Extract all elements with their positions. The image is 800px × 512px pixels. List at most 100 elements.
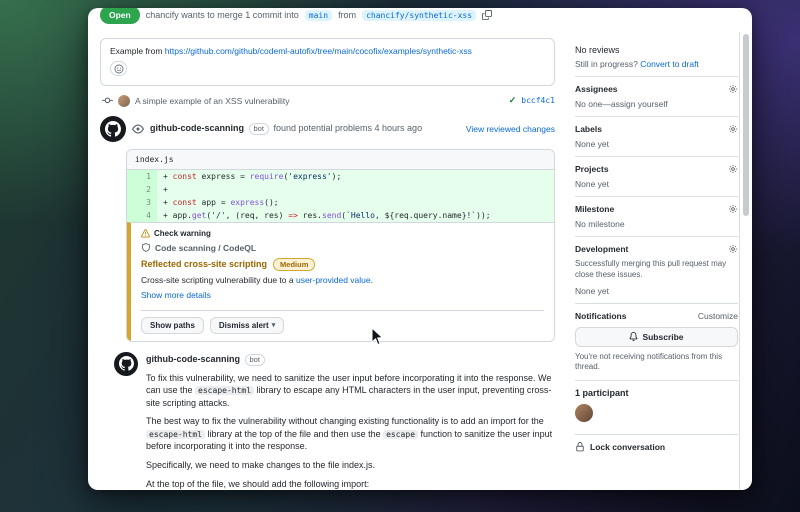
- commit-event: A simple example of an XSS vulnerability…: [102, 94, 555, 107]
- dismiss-alert-label: Dismiss alert: [218, 320, 269, 330]
- development-note: Successfully merging this pull request m…: [575, 259, 727, 279]
- code-text: + const app = express();: [157, 195, 554, 209]
- user-provided-value-link[interactable]: user-provided value: [296, 275, 371, 285]
- scanning-tool-label: Code scanning / CodeQL: [155, 242, 257, 253]
- milestone-gear-icon[interactable]: [728, 204, 738, 214]
- scanning-tool-row: Code scanning / CodeQL: [141, 242, 544, 253]
- code-line: 2 +: [127, 182, 554, 196]
- bot-avatar[interactable]: [100, 115, 126, 142]
- labels-empty-text: None yet: [575, 139, 610, 149]
- comment-paragraph: The best way to fix the vulnerability wi…: [146, 416, 553, 452]
- alert-desc-prefix: Cross-site scripting vulnerability due t…: [141, 274, 296, 285]
- labels-gear-icon[interactable]: [728, 124, 738, 134]
- alert-description: Cross-site scripting vulnerability due t…: [141, 275, 544, 285]
- pr-header-row: Open chancify wants to merge 1 commit in…: [100, 8, 728, 32]
- comment-author-link[interactable]: github-code-scanning: [146, 354, 240, 364]
- projects-title: Projects: [575, 164, 609, 174]
- from-text: from: [338, 10, 357, 20]
- line-number[interactable]: 2: [127, 182, 157, 196]
- assignees-title: Assignees: [575, 84, 618, 94]
- participant-avatar[interactable]: [575, 404, 593, 423]
- line-number[interactable]: 3: [127, 195, 157, 209]
- description-text: Example from https://github.com/github/c…: [110, 46, 545, 56]
- code-line: 3 + const app = express();: [127, 195, 554, 209]
- development-gear-icon[interactable]: [728, 244, 738, 254]
- still-in-progress-text: Still in progress?: [575, 59, 641, 69]
- bot-author-link[interactable]: github-code-scanning: [150, 123, 244, 133]
- notifications-title: Notifications: [575, 310, 627, 321]
- convert-to-draft-link[interactable]: Convert to draft: [640, 59, 699, 69]
- bot-comment-body: To fix this vulnerability, we need to sa…: [146, 372, 555, 491]
- development-empty-text: None yet: [575, 285, 610, 296]
- line-number[interactable]: 1: [127, 169, 157, 183]
- comment-paragraph: To fix this vulnerability, we need to sa…: [146, 372, 552, 408]
- copy-branch-icon[interactable]: [482, 10, 492, 20]
- scroll-divider: [739, 32, 740, 490]
- mouse-cursor: [371, 327, 384, 346]
- code-line: 4 + app.get('/', (req, res) => res.send(`…: [127, 208, 554, 222]
- bot-comment-avatar[interactable]: [114, 351, 138, 376]
- scrollbar-thumb[interactable]: [743, 34, 749, 216]
- commit-icon: [102, 95, 113, 106]
- check-warning-header: Check warning: [141, 229, 544, 238]
- lock-conversation-button[interactable]: Lock conversation: [575, 435, 738, 459]
- sidebar-projects-section: Projects None yet: [575, 157, 738, 197]
- commit-sha-link[interactable]: bccf4c1: [521, 96, 555, 105]
- projects-gear-icon[interactable]: [728, 164, 738, 174]
- check-warning-label: Check warning: [154, 228, 211, 238]
- commit-message-link[interactable]: A simple example of an XSS vulnerability: [135, 96, 290, 106]
- subscribe-button[interactable]: Subscribe: [575, 326, 738, 347]
- notifications-note: You're not receiving notifications from …: [575, 351, 723, 372]
- bot-comment-header: github-code-scanning bot: [146, 353, 555, 366]
- diff-file-header[interactable]: index.js: [127, 149, 554, 170]
- alert-title-row: Reflected cross-site scripting Medium: [141, 257, 544, 271]
- pr-sidebar: No reviews Still in progress? Convert to…: [565, 32, 752, 490]
- view-reviewed-changes-link[interactable]: View reviewed changes: [466, 124, 555, 134]
- milestone-empty-text: No milestone: [575, 219, 625, 229]
- file-name: index.js: [135, 154, 174, 164]
- comment-bot-badge: bot: [244, 353, 265, 366]
- shield-icon: [141, 243, 151, 253]
- bot-comment: github-code-scanning bot To fix this vul…: [114, 351, 555, 491]
- review-event-header: github-code-scanning bot found potential…: [100, 115, 555, 142]
- warning-triangle-icon: [141, 229, 150, 238]
- comment-paragraph: Specifically, we need to make changes to…: [146, 460, 375, 471]
- show-paths-label: Show paths: [150, 320, 195, 330]
- commit-author-avatar[interactable]: [118, 94, 130, 107]
- dismiss-alert-button[interactable]: Dismiss alert ▾: [209, 316, 285, 334]
- customize-link[interactable]: Customize: [698, 311, 738, 321]
- code-text: +: [157, 182, 554, 196]
- sidebar-participants-section: 1 participant: [575, 381, 738, 436]
- github-pr-window: Open chancify wants to merge 1 commit in…: [88, 8, 752, 490]
- line-number[interactable]: 4: [127, 208, 157, 222]
- sidebar-assignees-section: Assignees No one—assign yourself: [575, 77, 738, 117]
- no-reviews-label: No reviews: [575, 45, 620, 55]
- alert-actions-row: Show paths Dismiss alert ▾: [141, 309, 544, 334]
- alert-title: Reflected cross-site scripting: [141, 259, 268, 269]
- description-prefix: Example from: [110, 46, 165, 56]
- sidebar-milestone-section: Milestone No milestone: [575, 197, 738, 237]
- show-paths-button[interactable]: Show paths: [141, 316, 204, 334]
- assignees-gear-icon[interactable]: [728, 84, 738, 94]
- eye-review-icon: [132, 122, 144, 135]
- labels-title: Labels: [575, 124, 602, 134]
- head-branch-label[interactable]: chancify/synthetic-xss: [362, 9, 477, 21]
- bell-icon: [629, 332, 638, 341]
- code-text: + const express = require('express');: [157, 169, 554, 183]
- checks-passed-icon[interactable]: ✓: [509, 95, 517, 106]
- add-reaction-button[interactable]: [110, 61, 127, 76]
- assignees-empty-text[interactable]: No one—assign yourself: [575, 99, 738, 109]
- sidebar-notifications-section: Notifications Customize Subscribe You're …: [575, 304, 738, 382]
- show-more-details-link[interactable]: Show more details: [141, 290, 211, 300]
- code-scanning-annotation: Check warning Code scanning / CodeQL Ref…: [127, 221, 554, 341]
- pr-status-badge: Open: [100, 8, 140, 24]
- example-repo-link[interactable]: https://github.com/github/codeml-autofix…: [165, 46, 472, 56]
- smiley-icon: [114, 64, 124, 74]
- projects-empty-text: None yet: [575, 179, 610, 189]
- review-action-text: found potential problems 4 hours ago: [273, 122, 423, 133]
- alert-desc-suffix: .: [370, 274, 373, 285]
- development-title: Development: [575, 244, 629, 254]
- sidebar-labels-section: Labels None yet: [575, 117, 738, 157]
- desktop-background: Open chancify wants to merge 1 commit in…: [0, 0, 800, 512]
- base-branch-label[interactable]: main: [304, 9, 333, 21]
